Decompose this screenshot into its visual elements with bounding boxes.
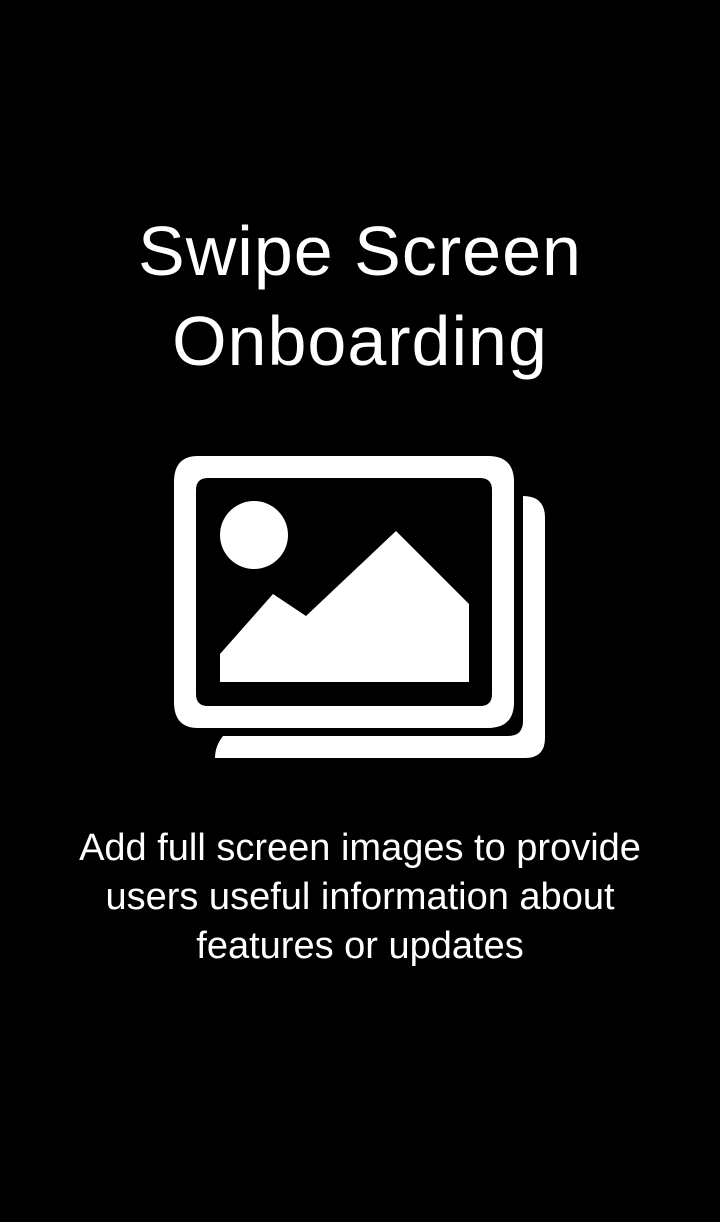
onboarding-screen[interactable]: Swipe Screen Onboarding Add full screen … (0, 0, 720, 1222)
onboarding-description: Add full screen images to provide users … (79, 827, 641, 967)
image-gallery-icon (168, 452, 556, 764)
onboarding-title-line-2: Onboarding (172, 302, 548, 380)
onboarding-title-line-1: Swipe Screen (138, 212, 582, 290)
onboarding-title: Swipe Screen Onboarding (0, 206, 720, 386)
